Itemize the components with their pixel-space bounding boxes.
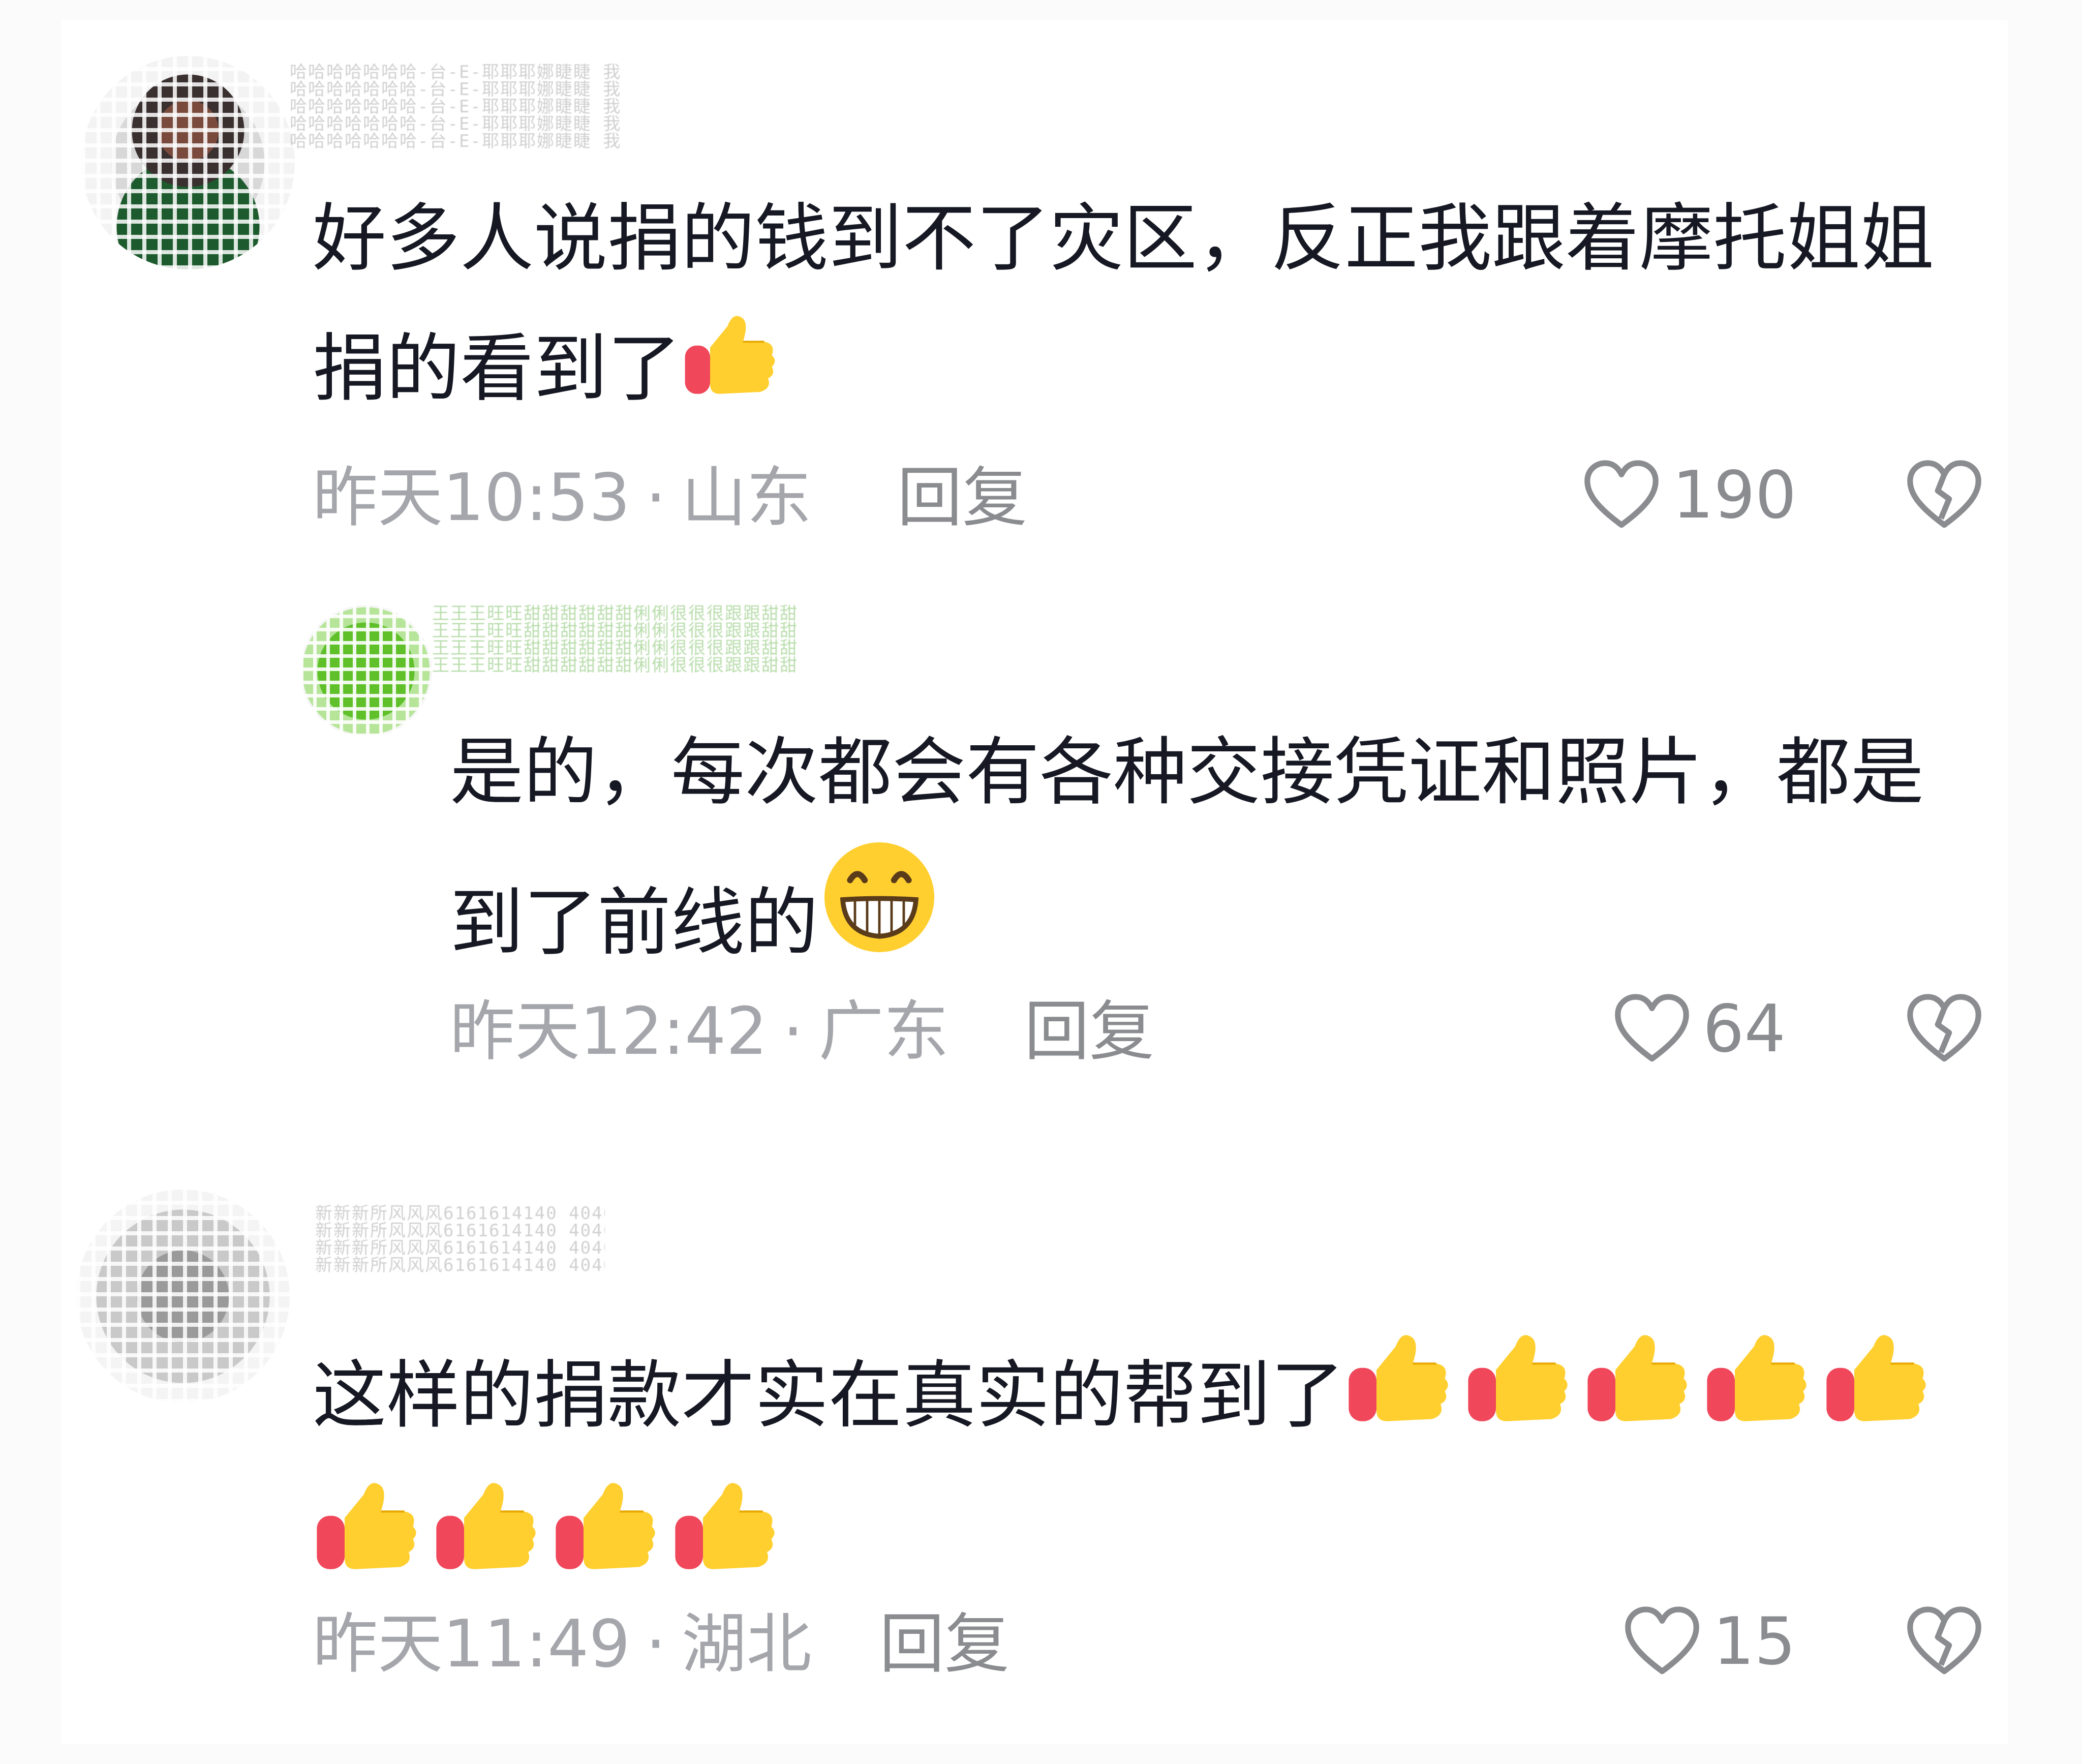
dislike-button[interactable]	[1904, 1601, 1985, 1683]
thumbs-up-emoji	[681, 302, 778, 443]
broken-heart-icon	[1907, 994, 1981, 1062]
comment-body: 是的，每次都会有各种交接凭证和照片，都是到了前线的	[450, 729, 1924, 966]
dislike-button[interactable]	[1904, 455, 1985, 536]
broken-heart-icon	[1907, 460, 1981, 528]
thumbs-up-emoji	[313, 1470, 419, 1618]
reply-button[interactable]: 回复	[897, 460, 1027, 536]
reply-button[interactable]: 回复	[1024, 994, 1154, 1070]
username[interactable]: 王王王旺旺甜甜甜甜甜甜俐俐很很很跟跟甜甜 王王王旺旺甜甜甜甜甜甜俐俐很很很跟跟甜…	[432, 605, 1113, 696]
username[interactable]: 哈哈哈哈哈哈哈-台-E-耶耶耶娜睫睫 我 哈哈哈哈哈哈哈-台-E-耶耶耶娜睫睫 …	[290, 64, 625, 170]
like-button[interactable]: 190	[1581, 455, 1796, 536]
like-button[interactable]: 64	[1611, 989, 1786, 1070]
thumbs-up-emoji	[1344, 1322, 1451, 1470]
thumbs-up-emoji	[1583, 1322, 1690, 1470]
thumbs-up-emoji	[1703, 1322, 1810, 1470]
grinning-face-emoji	[818, 836, 940, 997]
like-count: 64	[1703, 991, 1786, 1067]
comment-meta: 昨天10:53 · 山东	[313, 460, 812, 536]
thumbs-up-emoji	[1822, 1322, 1929, 1470]
comment-text: 是的，每次都会有各种交接凭证和照片，都是到了前线的	[450, 709, 1995, 997]
like-button[interactable]: 15	[1621, 1601, 1796, 1683]
comment-body: 这样的捐款才实在真实的帮到了	[313, 1353, 1344, 1439]
comment-body: 好多人说捐的钱到不了灾区，反正我跟着摩托姐姐捐的看到了	[313, 196, 1934, 412]
username[interactable]: 新新新所风风风6161614140 4040 0 新新新所风风风61616141…	[315, 1205, 605, 1291]
location: 山东	[681, 460, 812, 536]
heart-outline-icon	[1584, 460, 1659, 528]
broken-heart-icon	[1907, 1606, 1981, 1675]
comment-text: 这样的捐款才实在真实的帮到了	[313, 1322, 1995, 1618]
thumbs-up-emoji	[432, 1470, 539, 1618]
timestamp: 昨天12:42	[450, 994, 768, 1070]
comment-text: 好多人说捐的钱到不了灾区，反正我跟着摩托姐姐捐的看到了	[313, 175, 1995, 443]
separator: ·	[782, 994, 804, 1070]
reply-button[interactable]: 回复	[879, 1606, 1009, 1683]
like-count: 190	[1672, 458, 1797, 533]
avatar[interactable]	[81, 56, 295, 269]
location: 湖北	[681, 1606, 812, 1682]
separator: ·	[645, 460, 666, 536]
thumbs-up-emoji	[1464, 1322, 1571, 1470]
avatar[interactable]	[76, 1190, 290, 1403]
timestamp: 昨天10:53	[313, 460, 630, 536]
heart-outline-icon	[1625, 1606, 1699, 1675]
like-count: 15	[1713, 1604, 1796, 1680]
dislike-button[interactable]	[1904, 989, 1985, 1070]
thumbs-up-emoji	[671, 1470, 778, 1618]
comment-meta: 昨天11:49 · 湖北	[313, 1606, 812, 1683]
avatar[interactable]	[300, 605, 432, 737]
heart-outline-icon	[1615, 994, 1689, 1062]
timestamp: 昨天11:49	[313, 1606, 630, 1682]
location: 广东	[818, 994, 949, 1070]
comment-meta: 昨天12:42 · 广东	[450, 994, 949, 1070]
thumbs-up-emoji	[552, 1470, 658, 1618]
comment-page: 哈哈哈哈哈哈哈-台-E-耶耶耶娜睫睫 我 哈哈哈哈哈哈哈-台-E-耶耶耶娜睫睫 …	[0, 0, 2082, 1764]
separator: ·	[645, 1606, 666, 1682]
